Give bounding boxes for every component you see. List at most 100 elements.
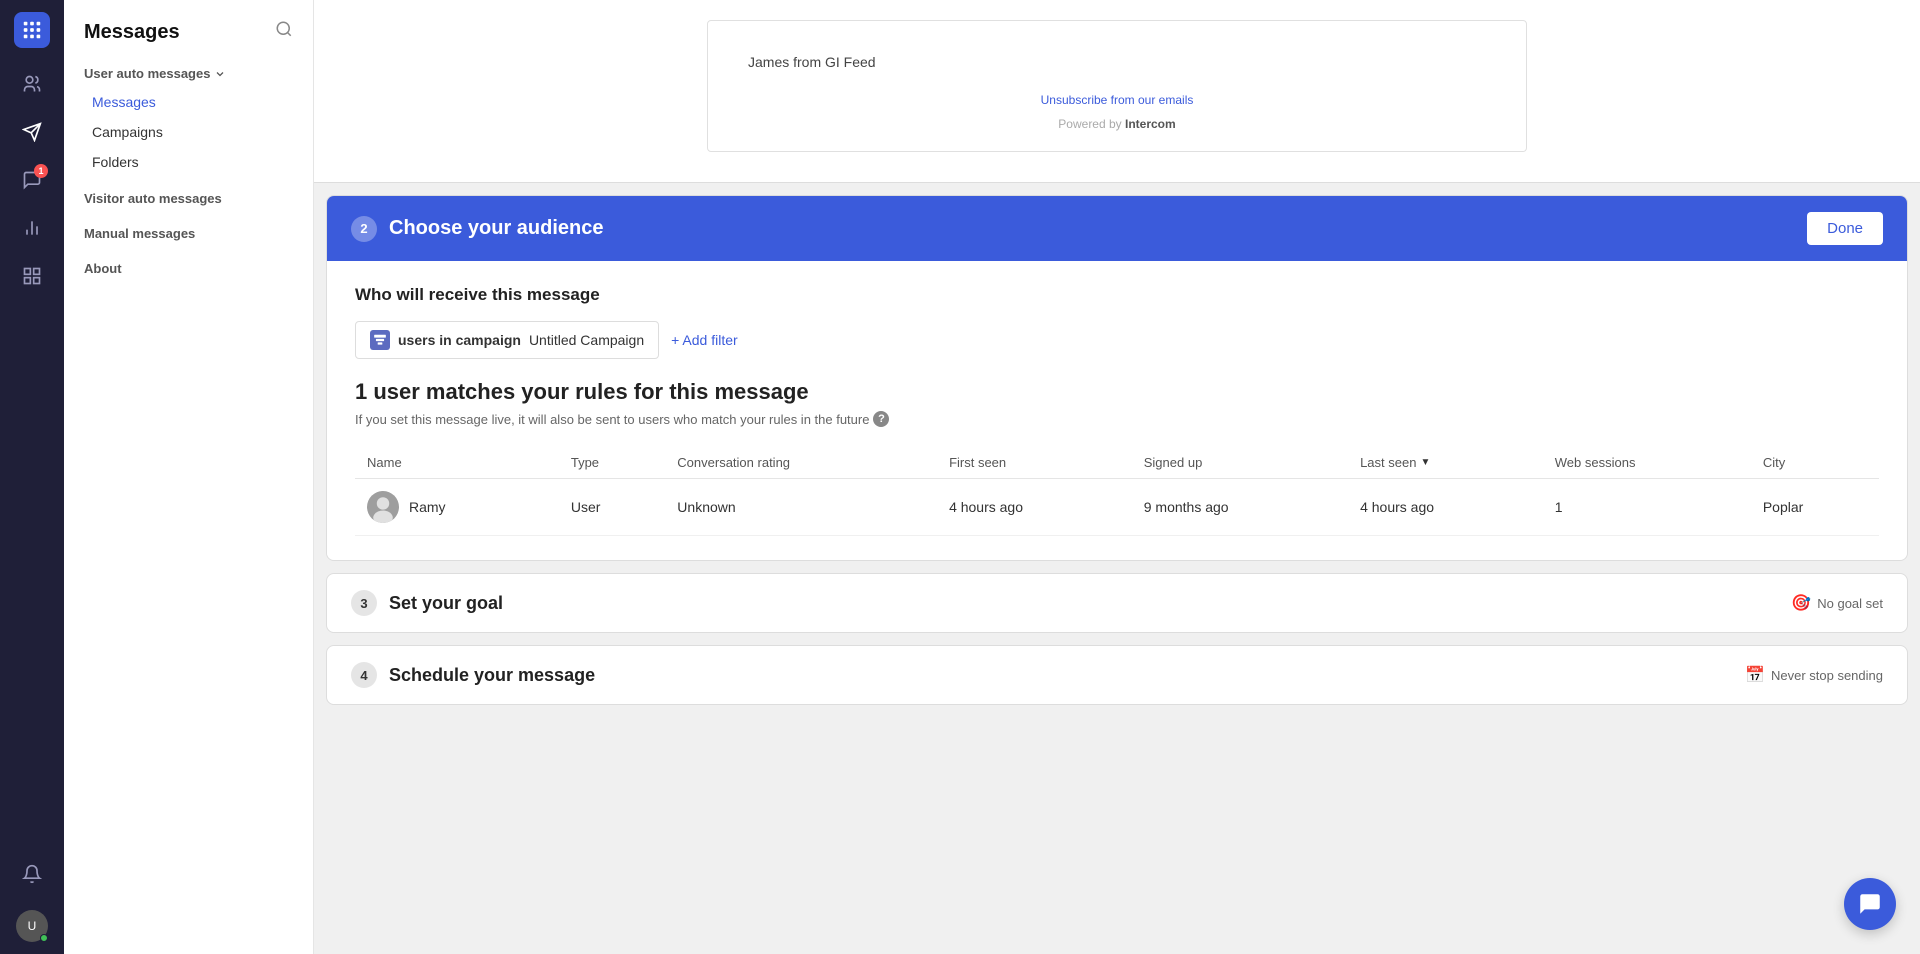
search-icon[interactable]: [275, 20, 293, 44]
chat-button[interactable]: [1844, 878, 1896, 930]
nav-section-user-auto-label: User auto messages: [84, 66, 210, 81]
nav-section-user-auto[interactable]: User auto messages: [64, 60, 313, 87]
col-first-seen: First seen: [937, 447, 1132, 479]
table-header: Name Type Conversation rating First seen…: [355, 447, 1879, 479]
filter-bold-text: users in campaign: [398, 332, 521, 348]
col-last-seen-label: Last seen: [1360, 455, 1416, 470]
col-signed-up-label: Signed up: [1144, 455, 1203, 470]
powered-by-prefix: Powered by: [1058, 117, 1125, 131]
user-avatar[interactable]: U: [16, 910, 48, 942]
nav-item-messages[interactable]: Messages: [64, 87, 313, 117]
col-signed-up: Signed up: [1132, 447, 1348, 479]
schedule-status: 📅 Never stop sending: [1745, 665, 1883, 685]
schedule-icon: 📅: [1745, 665, 1765, 685]
col-first-seen-label: First seen: [949, 455, 1006, 470]
step-number-2: 2: [351, 216, 377, 242]
col-name: Name: [355, 447, 559, 479]
cell-last-seen: 4 hours ago: [1348, 479, 1543, 536]
user-name: Ramy: [409, 499, 446, 515]
sidebar: 1 U: [0, 0, 64, 954]
set-goal-status: 🎯 No goal set: [1791, 593, 1883, 613]
sidebar-icon-inbox[interactable]: 1: [12, 160, 52, 200]
nav-item-folders[interactable]: Folders: [64, 147, 313, 177]
nav-section-visitor-auto[interactable]: Visitor auto messages: [64, 177, 313, 212]
col-conv-rating-label: Conversation rating: [677, 455, 790, 470]
nav-section-about-label: About: [84, 261, 122, 276]
col-city-label: City: [1763, 455, 1785, 470]
goal-status-text: No goal set: [1817, 596, 1883, 611]
col-conv-rating: Conversation rating: [665, 447, 937, 479]
nav-section-about[interactable]: About: [64, 247, 313, 282]
match-subtext-text: If you set this message live, it will al…: [355, 412, 869, 427]
sidebar-icon-reports[interactable]: [12, 208, 52, 248]
email-preview-content: James from GI Feed Unsubscribe from our …: [707, 20, 1527, 152]
sidebar-icon-apps[interactable]: [12, 256, 52, 296]
col-last-seen[interactable]: Last seen ▼: [1348, 447, 1543, 479]
unsubscribe-link[interactable]: Unsubscribe from our emails: [1041, 93, 1194, 107]
done-button[interactable]: Done: [1807, 212, 1883, 245]
match-headline: 1 user matches your rules for this messa…: [355, 379, 1879, 405]
cell-name: Ramy: [355, 479, 559, 536]
set-goal-section: 3 Set your goal 🎯 No goal set: [326, 573, 1908, 633]
choose-audience-section: 2 Choose your audience Done Who will rec…: [326, 195, 1908, 561]
cell-signed-up: 9 months ago: [1132, 479, 1348, 536]
col-city: City: [1751, 447, 1879, 479]
user-cell: Ramy: [367, 491, 547, 523]
step-number-3: 3: [351, 590, 377, 616]
user-avatar-img: [367, 491, 399, 523]
cell-type: User: [559, 479, 665, 536]
section-header-audience: 2 Choose your audience Done: [327, 196, 1907, 261]
section-header-left: 2 Choose your audience: [351, 216, 604, 242]
info-icon[interactable]: ?: [873, 411, 889, 427]
email-sender-text: James from GI Feed: [748, 51, 1486, 73]
cell-first-seen: 4 hours ago: [937, 479, 1132, 536]
schedule-title: Schedule your message: [389, 665, 595, 686]
choose-audience-title: Choose your audience: [389, 217, 604, 240]
cell-web-sessions: 1: [1543, 479, 1751, 536]
set-goal-title: Set your goal: [389, 593, 503, 614]
powered-by-brand: Intercom: [1125, 117, 1176, 131]
inbox-badge: 1: [34, 164, 48, 178]
main-content: James from GI Feed Unsubscribe from our …: [314, 0, 1920, 954]
sidebar-icon-outbound[interactable]: [12, 112, 52, 152]
users-table: Name Type Conversation rating First seen…: [355, 447, 1879, 536]
nav-item-campaigns[interactable]: Campaigns: [64, 117, 313, 147]
nav-section-manual[interactable]: Manual messages: [64, 212, 313, 247]
col-type-label: Type: [571, 455, 599, 470]
nav-section-manual-label: Manual messages: [84, 226, 195, 241]
col-web-sessions: Web sessions: [1543, 447, 1751, 479]
powered-by: Powered by Intercom: [748, 117, 1486, 131]
set-goal-header: 3 Set your goal 🎯 No goal set: [327, 574, 1907, 632]
email-preview-card: James from GI Feed Unsubscribe from our …: [314, 0, 1920, 183]
cell-conv-rating: Unknown: [665, 479, 937, 536]
nav-panel: Messages User auto messages Messages Cam…: [64, 0, 314, 954]
app-logo[interactable]: [14, 12, 50, 48]
nav-title-text: Messages: [84, 21, 180, 44]
table-body: Ramy User Unknown 4 hours ago 9 months a…: [355, 479, 1879, 536]
sort-arrow-icon: ▼: [1420, 457, 1430, 468]
filter-tag[interactable]: users in campaign Untitled Campaign: [355, 321, 659, 359]
match-subtext: If you set this message live, it will al…: [355, 411, 1879, 427]
audience-section-body: Who will receive this message users in c…: [327, 261, 1907, 560]
schedule-status-text: Never stop sending: [1771, 668, 1883, 683]
online-indicator: [40, 934, 48, 942]
schedule-section: 4 Schedule your message 📅 Never stop sen…: [326, 645, 1908, 705]
filter-tag-icon: [370, 330, 390, 350]
filter-row: users in campaign Untitled Campaign + Ad…: [355, 321, 1879, 359]
nav-section-visitor-label: Visitor auto messages: [84, 191, 222, 206]
sidebar-icon-contacts[interactable]: [12, 64, 52, 104]
set-goal-left: 3 Set your goal: [351, 590, 503, 616]
schedule-left: 4 Schedule your message: [351, 662, 595, 688]
cell-city: Poplar: [1751, 479, 1879, 536]
step-number-4: 4: [351, 662, 377, 688]
goal-icon: 🎯: [1791, 593, 1811, 613]
sidebar-icon-notifications[interactable]: [12, 854, 52, 894]
col-type: Type: [559, 447, 665, 479]
table-row: Ramy User Unknown 4 hours ago 9 months a…: [355, 479, 1879, 536]
add-filter-button[interactable]: + Add filter: [671, 332, 738, 348]
email-footer: Unsubscribe from our emails: [748, 93, 1486, 107]
schedule-header: 4 Schedule your message 📅 Never stop sen…: [327, 646, 1907, 704]
col-web-sessions-label: Web sessions: [1555, 455, 1636, 470]
col-name-label: Name: [367, 455, 402, 470]
filter-value-text: Untitled Campaign: [529, 332, 644, 348]
